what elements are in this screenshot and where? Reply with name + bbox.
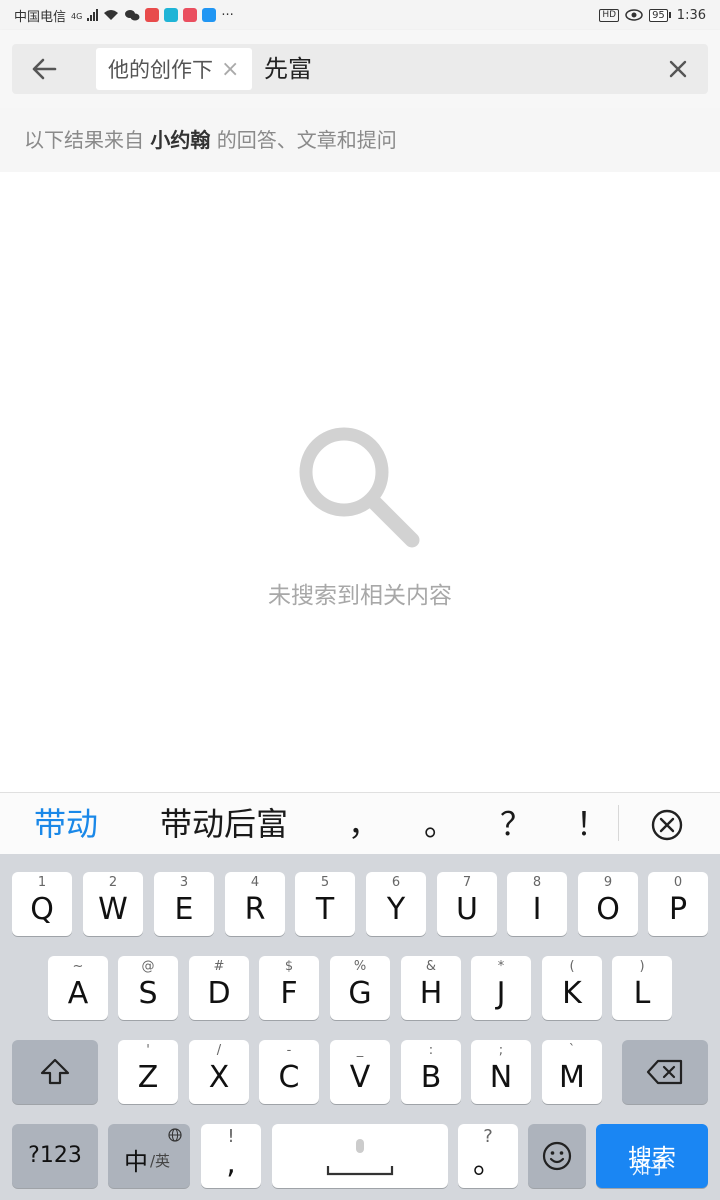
app-notification-icon: [164, 8, 179, 22]
close-circle-icon[interactable]: [650, 808, 684, 842]
key-m[interactable]: ` M: [542, 1040, 602, 1104]
backspace-icon: [646, 1059, 683, 1085]
space-bar-icon: [326, 1166, 394, 1176]
comma-key[interactable]: !,: [201, 1124, 261, 1188]
key-a[interactable]: ~ A: [48, 956, 108, 1020]
key-f[interactable]: $ F: [259, 956, 319, 1020]
microphone-icon: [356, 1139, 364, 1153]
period-key[interactable]: ?。: [458, 1124, 518, 1188]
search-input[interactable]: 先富: [264, 53, 312, 85]
globe-icon: [168, 1128, 182, 1142]
key-o[interactable]: 9O: [578, 872, 638, 936]
battery-level: 95: [649, 8, 668, 22]
key-j[interactable]: * J: [471, 956, 531, 1020]
key-s[interactable]: @ S: [118, 956, 178, 1020]
carrier-label: 中国电信: [14, 9, 67, 25]
clear-button[interactable]: [664, 55, 692, 83]
key-b[interactable]: :B: [401, 1040, 461, 1104]
candidate-item[interactable]: ？: [500, 793, 532, 855]
space-key[interactable]: [272, 1124, 448, 1188]
status-bar: 中国电信 4G ··· HD 95 1:36: [0, 0, 720, 30]
emoji-icon: [542, 1141, 572, 1171]
status-right: HD 95 1:36: [599, 8, 706, 23]
search-key[interactable]: 搜索 知乎: [596, 1124, 708, 1188]
key-p[interactable]: 0P: [648, 872, 708, 936]
back-button[interactable]: [26, 53, 62, 85]
chip-close-icon[interactable]: ×: [221, 57, 239, 82]
search-icon: [299, 427, 420, 548]
status-left: 中国电信 4G ···: [14, 6, 234, 25]
key-l[interactable]: ) L: [612, 956, 672, 1020]
candidate-item[interactable]: ！: [576, 793, 608, 855]
app-notification-icon: [145, 8, 160, 22]
candidate-item[interactable]: 。: [424, 793, 456, 855]
search-header: 他的创作下 × 先富: [0, 30, 720, 108]
key-d[interactable]: # D: [189, 956, 249, 1020]
lang-main-label: 中: [124, 1148, 148, 1176]
key-n[interactable]: ; N: [471, 1040, 531, 1104]
search-box: 他的创作下 × 先富: [12, 44, 708, 94]
network-type: 4G: [71, 11, 83, 21]
scope-chip-label: 他的创作下: [108, 58, 213, 82]
key-r[interactable]: 4R: [225, 872, 285, 936]
key-c[interactable]: -C: [259, 1040, 319, 1104]
app-notification-icon: [183, 8, 198, 22]
divider: [618, 805, 619, 841]
candidate-item[interactable]: ，: [348, 793, 380, 855]
empty-state-message: 未搜索到相关内容: [268, 583, 452, 609]
symbols-key[interactable]: ?123: [12, 1124, 98, 1188]
source-note-prefix: 以下结果来自: [24, 128, 144, 152]
candidate-item[interactable]: 带动后富: [160, 793, 288, 855]
key-g[interactable]: % G: [330, 956, 390, 1020]
close-icon: [669, 60, 687, 78]
language-switch-key[interactable]: 中 /英: [108, 1124, 190, 1188]
scope-chip[interactable]: 他的创作下 ×: [96, 48, 252, 90]
key-t[interactable]: 5T: [295, 872, 355, 936]
key-u[interactable]: 7U: [437, 872, 497, 936]
arrow-left-icon: [32, 58, 57, 80]
battery-icon: 95: [649, 8, 671, 22]
shift-icon: [40, 1058, 70, 1085]
key-z[interactable]: ' Z: [118, 1040, 178, 1104]
signal-icon: [87, 9, 99, 21]
key-q[interactable]: 1Q: [12, 872, 72, 936]
shift-key[interactable]: [12, 1040, 98, 1104]
candidate-item[interactable]: 带动: [34, 793, 98, 855]
hd-badge: HD: [599, 8, 620, 22]
key-e[interactable]: 3E: [154, 872, 214, 936]
backspace-key[interactable]: [622, 1040, 708, 1104]
key-v[interactable]: _ V: [330, 1040, 390, 1104]
key-y[interactable]: 6Y: [366, 872, 426, 936]
clock: 1:36: [676, 7, 706, 23]
more-notifications: ···: [221, 7, 234, 23]
wifi-icon: [104, 10, 119, 20]
emoji-key[interactable]: [528, 1124, 586, 1188]
source-note-suffix: 的回答、文章和提问: [216, 128, 397, 152]
key-h[interactable]: & H: [401, 956, 461, 1020]
keyboard: 1Q 2W 3E 4R 5T 6Y 7U 8I 9O 0P ~ A @ S # D $…: [0, 854, 720, 1200]
ime-candidate-bar: 带动 带动后富 ， 。 ？ ！: [0, 792, 720, 854]
search-source-note: 以下结果来自 小约翰 的回答、文章和提问: [0, 108, 720, 172]
wechat-icon: [125, 9, 140, 20]
key-i[interactable]: 8I: [507, 872, 567, 936]
eye-icon: [625, 9, 643, 21]
key-k[interactable]: (K: [542, 956, 602, 1020]
source-author[interactable]: 小约翰: [150, 128, 210, 152]
key-x[interactable]: / X: [189, 1040, 249, 1104]
app-notification-icon: [202, 8, 217, 22]
zhihu-watermark: 知乎: [632, 1158, 668, 1179]
key-w[interactable]: 2W: [83, 872, 143, 936]
lang-sub-label: /英: [150, 1152, 171, 1170]
